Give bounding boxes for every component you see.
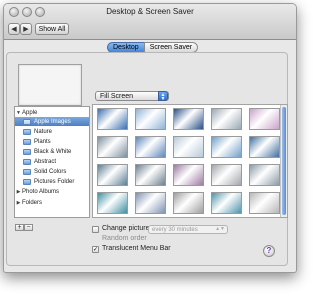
wallpaper-thumbnail[interactable] [249, 164, 280, 186]
wallpaper-thumbnail[interactable] [173, 192, 204, 214]
disclosure-open-icon[interactable]: ▼ [15, 110, 22, 116]
wallpaper-thumbnail[interactable] [249, 108, 280, 130]
source-item-abstract[interactable]: Abstract [15, 157, 89, 166]
source-group-label: Folders [22, 199, 43, 206]
fit-mode-popup[interactable]: Fill Screen ▲ ▼ [95, 91, 169, 102]
source-item-label: Apple Images [34, 118, 71, 125]
wallpaper-thumbnail[interactable] [135, 108, 166, 130]
wallpaper-thumbnail[interactable] [97, 192, 128, 214]
source-item-label: Abstract [34, 158, 57, 165]
source-item-black-white[interactable]: Black & White [15, 147, 89, 156]
wallpaper-thumbnail[interactable] [173, 108, 204, 130]
titlebar: Desktop & Screen Saver ◀ ▶ Show All [4, 4, 296, 40]
folder-icon [23, 178, 31, 185]
source-item-apple-images[interactable]: Apple Images [15, 117, 89, 126]
source-group-label: Photo Albums [22, 188, 60, 195]
wallpaper-thumbnail[interactable] [97, 108, 128, 130]
wallpaper-grid [92, 104, 288, 218]
wallpaper-thumbnail[interactable] [135, 136, 166, 158]
folder-icon [23, 138, 31, 145]
wallpaper-thumbnail[interactable] [135, 164, 166, 186]
help-button[interactable]: ? [263, 245, 275, 257]
fit-mode-value: Fill Screen [100, 92, 134, 100]
wallpaper-thumbnail[interactable] [97, 136, 128, 158]
wallpaper-thumbnail[interactable] [97, 164, 128, 186]
desktop-preview [18, 64, 82, 106]
wallpaper-thumbnail[interactable] [211, 192, 242, 214]
show-all-button[interactable]: Show All [35, 23, 69, 35]
folder-icon [23, 118, 31, 125]
wallpaper-thumbnail[interactable] [135, 192, 166, 214]
source-group-folders[interactable]: ▶ Folders [15, 198, 89, 207]
wallpaper-thumbnail[interactable] [249, 136, 280, 158]
source-item-label: Pictures Folder [34, 178, 75, 185]
wallpaper-thumbnail[interactable] [249, 192, 280, 214]
source-group-photo-albums[interactable]: ▶ Photo Albums [15, 187, 89, 196]
folder-icon [23, 148, 31, 155]
source-list: ▼ Apple Apple Images Nature Plants Black… [14, 106, 90, 218]
checkmark-icon: ✓ [93, 247, 99, 253]
wallpaper-thumbnail[interactable] [211, 164, 242, 186]
disclosure-closed-icon[interactable]: ▶ [15, 189, 22, 195]
source-item-label: Plants [34, 138, 51, 145]
forward-button[interactable]: ▶ [20, 23, 32, 35]
change-picture-checkbox[interactable] [92, 226, 99, 233]
wallpaper-thumbnail[interactable] [173, 136, 204, 158]
back-button[interactable]: ◀ [8, 23, 20, 35]
translucent-menu-bar-checkbox[interactable]: ✓ [92, 246, 99, 253]
change-picture-label: Change picture: [102, 225, 152, 232]
vertical-scrollbar[interactable] [280, 105, 287, 217]
interval-dropdown[interactable]: every 30 minutes ▲▼ [148, 225, 228, 234]
folder-icon [23, 128, 31, 135]
folder-icon [23, 168, 31, 175]
window-title: Desktop & Screen Saver [106, 7, 194, 16]
chevron-right-icon: ▶ [23, 26, 29, 33]
source-item-label: Nature [34, 128, 53, 135]
wallpaper-thumbnail[interactable] [173, 164, 204, 186]
wallpaper-thumbnail[interactable] [211, 108, 242, 130]
wallpaper-thumbnail[interactable] [211, 136, 242, 158]
source-item-label: Black & White [34, 148, 72, 155]
chevron-left-icon: ◀ [11, 26, 17, 33]
folder-icon [23, 158, 31, 165]
source-item-plants[interactable]: Plants [15, 137, 89, 146]
interval-value: every 30 minutes [152, 226, 198, 233]
source-item-nature[interactable]: Nature [15, 127, 89, 136]
source-group-apple[interactable]: ▼ Apple [15, 108, 89, 117]
random-order-label: Random order [102, 235, 147, 242]
source-item-label: Solid Colors [34, 168, 67, 175]
source-item-pictures-folder[interactable]: Pictures Folder [15, 177, 89, 186]
remove-folder-button[interactable]: − [24, 224, 33, 231]
add-folder-button[interactable]: + [15, 224, 24, 231]
scroll-thumb[interactable] [282, 107, 286, 215]
source-group-label: Apple [22, 109, 38, 116]
translucent-menu-bar-label: Translucent Menu Bar [102, 245, 171, 252]
source-item-solid-colors[interactable]: Solid Colors [15, 167, 89, 176]
chevron-updown-icon: ▲▼ [215, 226, 225, 232]
popup-arrows-icon: ▲ ▼ [158, 91, 168, 102]
disclosure-closed-icon[interactable]: ▶ [15, 200, 22, 206]
